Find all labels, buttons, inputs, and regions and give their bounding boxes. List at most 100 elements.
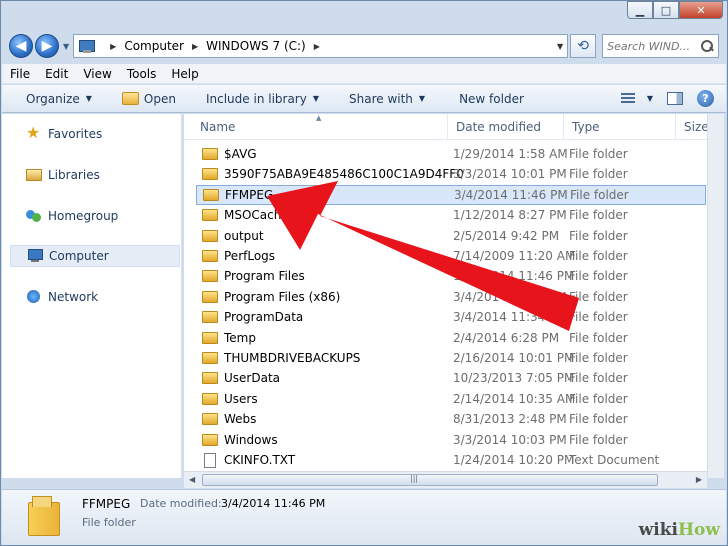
open-label: Open bbox=[143, 91, 176, 106]
table-row[interactable]: Program Files (x86) 3/4/2014 11:46 PM File… bbox=[196, 287, 706, 307]
table-row[interactable]: UserData 10/23/2013 7:05 PM File folder bbox=[196, 368, 706, 388]
file-name: Program Files bbox=[224, 269, 305, 284]
table-row[interactable]: Temp 2/4/2014 6:28 PM File folder bbox=[196, 328, 706, 348]
column-date-modified[interactable]: Date modified bbox=[448, 114, 564, 140]
help-icon[interactable]: ? bbox=[697, 90, 714, 107]
folder-icon bbox=[202, 352, 218, 364]
file-date: 8/31/2013 2:48 PM bbox=[453, 412, 567, 427]
file-date: 10/23/2013 7:05 PM bbox=[453, 371, 575, 386]
back-arrow-icon: ◀ bbox=[15, 38, 27, 54]
menu-help[interactable]: Help bbox=[171, 67, 198, 81]
open-button[interactable]: Open bbox=[100, 85, 184, 112]
nav-item-computer[interactable]: Computer bbox=[10, 245, 180, 267]
forward-button[interactable]: ▶ bbox=[35, 34, 59, 58]
views-dropdown-icon[interactable]: ▼ bbox=[647, 94, 653, 103]
organize-button[interactable]: Organize ▼ bbox=[2, 85, 100, 112]
column-name[interactable]: Name bbox=[192, 114, 448, 140]
file-name: 3590F75ABA9E485486C100C1A9D4FF06Z.... bbox=[224, 167, 464, 182]
refresh-icon: ⟲ bbox=[577, 38, 590, 54]
table-row[interactable]: Webs 8/31/2013 2:48 PM File folder bbox=[196, 409, 706, 429]
table-row[interactable]: MSOCache 1/12/2014 8:27 PM File folder bbox=[196, 205, 706, 225]
include-in-library-button[interactable]: Include in library ▼ bbox=[184, 85, 327, 112]
file-name: Webs bbox=[224, 412, 257, 427]
breadcrumb-separator-icon[interactable]: ▶ bbox=[314, 42, 320, 51]
file-type: File folder bbox=[569, 391, 628, 406]
scroll-thumb[interactable] bbox=[202, 474, 658, 486]
horizontal-scrollbar[interactable]: ◀ ||| ▶ bbox=[184, 471, 707, 488]
chevron-down-icon: ▼ bbox=[85, 94, 92, 103]
nav-item-label: Favorites bbox=[48, 127, 103, 141]
nav-item-favorites[interactable]: Favorites bbox=[10, 123, 180, 145]
file-date: 3/3/2014 10:01 PM bbox=[453, 167, 567, 182]
table-row[interactable]: CKINFO.TXT 1/24/2014 10:20 PM Text Documen… bbox=[196, 450, 706, 470]
navigation-pane: Favorites Libraries Homegroup Computer N… bbox=[2, 114, 182, 478]
recent-pages-dropdown[interactable]: ▼ bbox=[63, 42, 69, 51]
nav-item-libraries[interactable]: Libraries bbox=[10, 164, 180, 186]
star-icon bbox=[26, 123, 42, 142]
table-row[interactable]: THUMBDRIVEBACKUPS 2/16/2014 10:01 PM File … bbox=[196, 348, 706, 368]
breadcrumb-drive[interactable]: WINDOWS 7 (C:) bbox=[206, 39, 306, 53]
breadcrumb-separator-icon[interactable]: ▶ bbox=[192, 42, 198, 51]
table-row[interactable]: ProgramData 3/4/2014 11:34 PM File folder bbox=[196, 307, 706, 327]
table-row[interactable]: FFMPEG 3/4/2014 11:46 PM File folder bbox=[196, 184, 706, 205]
table-row[interactable]: PerfLogs 7/14/2009 11:20 AM File folder bbox=[196, 246, 706, 266]
table-row[interactable]: Users 2/14/2014 10:35 AM File folder bbox=[196, 389, 706, 409]
file-name: Temp bbox=[224, 330, 256, 345]
file-name: Program Files (x86) bbox=[224, 289, 341, 304]
vertical-scrollbar[interactable] bbox=[707, 114, 724, 478]
folder-icon bbox=[202, 372, 218, 385]
table-row[interactable]: output 2/5/2014 9:42 PM File folder bbox=[196, 226, 706, 246]
scroll-left-icon[interactable]: ◀ bbox=[189, 475, 195, 484]
file-date: 2/4/2014 6:28 PM bbox=[453, 330, 560, 345]
table-row[interactable]: $AVG 1/29/2014 1:58 AM File folder bbox=[196, 144, 706, 164]
file-date: 1/24/2014 10:20 PM bbox=[453, 453, 575, 467]
minimize-button[interactable]: ▁ bbox=[627, 1, 653, 19]
back-button[interactable]: ◀ bbox=[9, 34, 33, 58]
menu-file[interactable]: File bbox=[10, 67, 30, 81]
details-name: FFMPEG bbox=[82, 497, 131, 511]
include-label: Include in library bbox=[205, 91, 307, 106]
file-name: FFMPEG bbox=[225, 187, 274, 202]
new-folder-button[interactable]: New folder bbox=[433, 85, 532, 112]
column-type[interactable]: Type bbox=[564, 114, 676, 140]
file-type: File folder bbox=[569, 147, 628, 161]
network-icon bbox=[26, 289, 42, 305]
nav-item-homegroup[interactable]: Homegroup bbox=[10, 205, 180, 227]
address-bar[interactable]: ▶ Computer ▶ WINDOWS 7 (C:) ▶ ▼ bbox=[73, 34, 569, 58]
folder-icon bbox=[202, 392, 218, 405]
file-date: 3/4/2014 11:34 PM bbox=[453, 310, 567, 325]
file-type: File folder bbox=[569, 249, 628, 263]
menu-edit[interactable]: Edit bbox=[45, 67, 68, 81]
file-date: 2/5/2014 9:42 PM bbox=[453, 228, 560, 243]
file-type: File folder bbox=[569, 208, 628, 223]
folder-icon bbox=[202, 413, 218, 426]
refresh-button[interactable]: ⟲ bbox=[570, 34, 597, 58]
search-icon[interactable] bbox=[700, 39, 714, 53]
maximize-button[interactable]: □ bbox=[653, 1, 679, 19]
views-icon[interactable] bbox=[620, 92, 635, 105]
preview-pane-icon[interactable] bbox=[667, 92, 683, 105]
organize-label: Organize bbox=[26, 91, 80, 106]
nav-item-network[interactable]: Network bbox=[10, 286, 180, 308]
breadcrumb-computer[interactable]: Computer bbox=[124, 39, 184, 53]
search-input[interactable] bbox=[607, 39, 700, 53]
table-row[interactable]: 3590F75ABA9E485486C100C1A9D4FF06Z....3/3… bbox=[196, 164, 706, 184]
file-date: 1/11/2014 11:46 PM bbox=[453, 269, 575, 284]
menu-view[interactable]: View bbox=[83, 67, 111, 81]
homegroup-icon bbox=[26, 208, 42, 224]
folder-icon bbox=[203, 188, 219, 201]
folder-icon bbox=[202, 168, 218, 181]
search-box[interactable] bbox=[602, 34, 719, 58]
address-dropdown-icon[interactable]: ▼ bbox=[557, 42, 563, 51]
table-row[interactable]: Windows 3/3/2014 10:03 PM File folder bbox=[196, 430, 706, 450]
nav-item-label: Homegroup bbox=[48, 209, 119, 223]
wikihow-logo: wikiHow bbox=[638, 520, 720, 540]
breadcrumb-separator-icon[interactable]: ▶ bbox=[110, 42, 116, 51]
file-type: File folder bbox=[569, 432, 628, 447]
scroll-right-icon[interactable]: ▶ bbox=[696, 475, 702, 484]
menu-tools[interactable]: Tools bbox=[127, 67, 157, 81]
share-with-button[interactable]: Share with ▼ bbox=[327, 85, 433, 112]
details-date: 3/4/2014 11:46 PM bbox=[221, 497, 326, 510]
close-button[interactable]: ✕ bbox=[679, 1, 723, 19]
table-row[interactable]: Program Files 1/11/2014 11:46 PM File fold… bbox=[196, 266, 706, 286]
